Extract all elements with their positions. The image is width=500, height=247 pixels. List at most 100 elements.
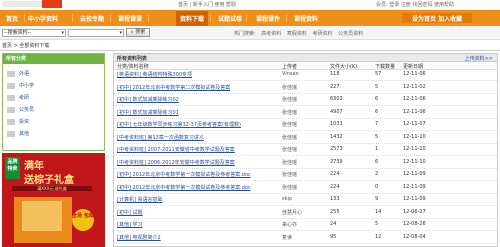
table-row: [中考资料班] 第13章一次函数复习讲义 张佳瑶 1432 5 12-11-10: [114, 134, 497, 144]
row-title-link[interactable]: [其他] 学习: [117, 221, 143, 228]
panel-header: 所有资料列表 上传资料>>: [114, 54, 497, 62]
breadcrumb[interactable]: 首页 > 全部资料下载: [2, 42, 49, 49]
hot-search-item[interactable]: 寒假资料: [287, 31, 307, 37]
sidebar-item-kaoyan[interactable]: 考研: [7, 94, 29, 101]
nav-item-exam[interactable]: 试题试卷: [218, 14, 242, 23]
row-title-link[interactable]: [英语资料] 英语结构特殊300专项: [117, 71, 192, 78]
row-download-count: 5: [375, 221, 379, 227]
row-title-link[interactable]: [中考资料班] 2007-2011安徽省中考数学试题及答案: [117, 146, 235, 153]
nav-item-k12[interactable]: 中小学资料: [28, 14, 58, 23]
hot-search-item[interactable]: 考研资料: [313, 31, 333, 37]
folder-icon: [7, 82, 15, 89]
row-title-link[interactable]: [初中] 2012年北京中考数学第二次模拟试卷及答案: [117, 84, 230, 91]
nav-item-course[interactable]: 课程课课: [118, 14, 142, 23]
sidebar-item-label: 考研: [19, 95, 30, 101]
upload-link[interactable]: 上传资料>>: [465, 55, 493, 62]
row-uploader: 张佳瑶: [282, 172, 298, 178]
sidebar-item-investment[interactable]: 投资: [7, 118, 29, 125]
row-download-count: 57: [375, 71, 382, 77]
search-icon: ⌕: [130, 29, 134, 35]
folder-icon: [7, 130, 15, 137]
sidebar-item-label: 其他: [19, 131, 30, 137]
row-download-count: 6: [375, 158, 379, 165]
table-header: 分类/资料名称 上传者 文件大小(K) 下载数量 更新日期: [114, 63, 497, 70]
search-input[interactable]: ▾: [68, 29, 124, 37]
sidebar-item-other[interactable]: 其他: [7, 130, 29, 137]
row-uploader: 张佳瑶: [282, 122, 298, 128]
sidebar-item-k12[interactable]: 中小学: [7, 82, 34, 89]
row-title-link[interactable]: [计算机] 易语言基础: [117, 196, 163, 203]
nav-separator: [72, 14, 73, 22]
logo-right: [42, 0, 62, 8]
table-row: [初中] 2012年北京中考数学第二次模拟试卷及答案 张佳瑶 227 5 12-11-0…: [114, 84, 497, 94]
search-button-label: 搜索: [135, 29, 146, 35]
nav-separator: [210, 14, 211, 22]
table-row: [英语资料] 英语结构特殊300专项 Vinsan 118 57 12-11-06: [114, 71, 497, 81]
row-file-size: 4907: [330, 108, 343, 115]
row-file-size: 118: [330, 71, 340, 77]
row-download-count: 12: [375, 233, 382, 240]
nav-item-courseware[interactable]: 课程课件: [256, 14, 280, 23]
hot-search-item[interactable]: 高考资料: [261, 31, 281, 37]
table-row: [计算机] 易语言基础 skip 133 9 12-11-09: [114, 196, 497, 206]
gift-box-image-inner: [22, 201, 62, 231]
nav-item-materials[interactable]: 课程资料: [294, 14, 318, 23]
row-file-size: 227: [330, 83, 340, 90]
hot-search: 热门搜索: 高考资料 寒假资料 考研资料 公务员资料: [234, 30, 367, 37]
row-updated-date: 12-11-09: [403, 171, 426, 177]
row-download-count: 6: [375, 96, 379, 102]
promo-banner[interactable]: 品牌 特卖 满年 送棕子礼盒 满XXX元 送礼盒 全场 包邮: [2, 153, 105, 247]
row-download-count: 14: [375, 208, 382, 215]
table-row: [其他] 学习 来心亦 24 5 12-08-26: [114, 221, 497, 231]
row-file-size: 133: [330, 196, 340, 202]
table-row: [其他] 电视剧简介2 复读 95 12 12-08-04: [114, 234, 497, 244]
row-download-count: 1: [375, 146, 379, 152]
nav-separator: [286, 14, 287, 22]
row-download-count: 0: [375, 183, 379, 190]
hot-search-item[interactable]: 公务员资料: [338, 31, 363, 37]
row-file-size: 1031: [330, 121, 343, 127]
row-title-link[interactable]: [其他] 电视剧简介2: [117, 234, 161, 241]
row-download-count: 6: [375, 108, 379, 115]
search-button[interactable]: ⌕ 搜索: [126, 28, 150, 37]
row-updated-date: 12-11-06: [403, 96, 426, 102]
row-title-link[interactable]: [初中] 2012年北京中考数学第一次模拟试卷及参考答案.doc: [117, 171, 251, 178]
search-category-value: --搜索资料--: [4, 30, 32, 36]
top-bar: 首页 | 新手入门 使用 帮助 会员: 登录 注册 找回密码 使用帮助: [0, 0, 500, 10]
sidebar-title: 所有分类: [3, 54, 104, 64]
top-links-left[interactable]: 首页 | 新手入门 使用 帮助: [178, 1, 236, 8]
nav-item-download[interactable]: 资料下载: [180, 14, 204, 23]
nav-right-links: 设为首页 加入收藏: [402, 13, 472, 23]
top-links-right[interactable]: 会员: 登录 注册 找回密码 使用帮助: [376, 1, 454, 8]
row-updated-date: 12-11-09: [403, 196, 426, 202]
nav-right-label[interactable]: 设为首页 加入收藏: [412, 14, 462, 23]
row-title-link[interactable]: [初中] 试题: [117, 209, 143, 216]
sidebar-item-civil-service[interactable]: 公务员: [7, 106, 34, 113]
promo-badge: 全场 包邮: [72, 209, 94, 231]
column-header: 下载数量: [375, 64, 396, 70]
table-row: [初中] 试题 佳慧月心 255 14 12-06-27: [114, 209, 497, 219]
nav-separator: [148, 14, 149, 22]
row-title-link[interactable]: [中考资料班] 2006-2012年安徽中考数学试题及答案: [117, 159, 235, 166]
row-uploader: 张佳瑶: [282, 134, 298, 141]
nav-item-topic[interactable]: 云校专题: [80, 14, 104, 23]
folder-icon: [7, 118, 15, 125]
site-logo[interactable]: [2, 0, 62, 9]
table-row: [初中] 数式加减乘除练习02 张佳瑶 6303 6 12-11-06: [114, 96, 497, 106]
nav-separator: [246, 14, 247, 22]
row-file-size: 95: [330, 233, 337, 240]
row-updated-date: 12-11-10: [403, 133, 426, 140]
nav-item-home[interactable]: 首页: [6, 14, 18, 23]
sidebar-item-english[interactable]: 外语: [7, 70, 29, 77]
table-row: [中考资料班] 2006-2012年安徽中考数学试题及答案 张佳瑶 2739 6 12-…: [114, 159, 497, 169]
row-title-link[interactable]: [中考资料班] 第13章一次函数复习讲义: [117, 134, 204, 141]
row-title-link[interactable]: [初中] 数式加减乘除练习01: [117, 109, 179, 116]
row-download-count: 7: [375, 121, 379, 127]
row-title-link[interactable]: [初中] 2012年北京中考数学第一次模拟试卷及参考答案.doc: [117, 184, 251, 191]
row-title-link[interactable]: [初中] 数式加减乘除练习02: [117, 96, 179, 103]
row-title-link[interactable]: [初中] 七年级数学同步练习第32-37页参考答案(有理数): [117, 121, 241, 128]
row-download-count: 5: [375, 133, 379, 140]
search-category-select[interactable]: --搜索资料-- ▾: [2, 29, 66, 37]
folder-icon: [7, 70, 15, 77]
panel-title: 所有资料列表: [117, 56, 148, 62]
